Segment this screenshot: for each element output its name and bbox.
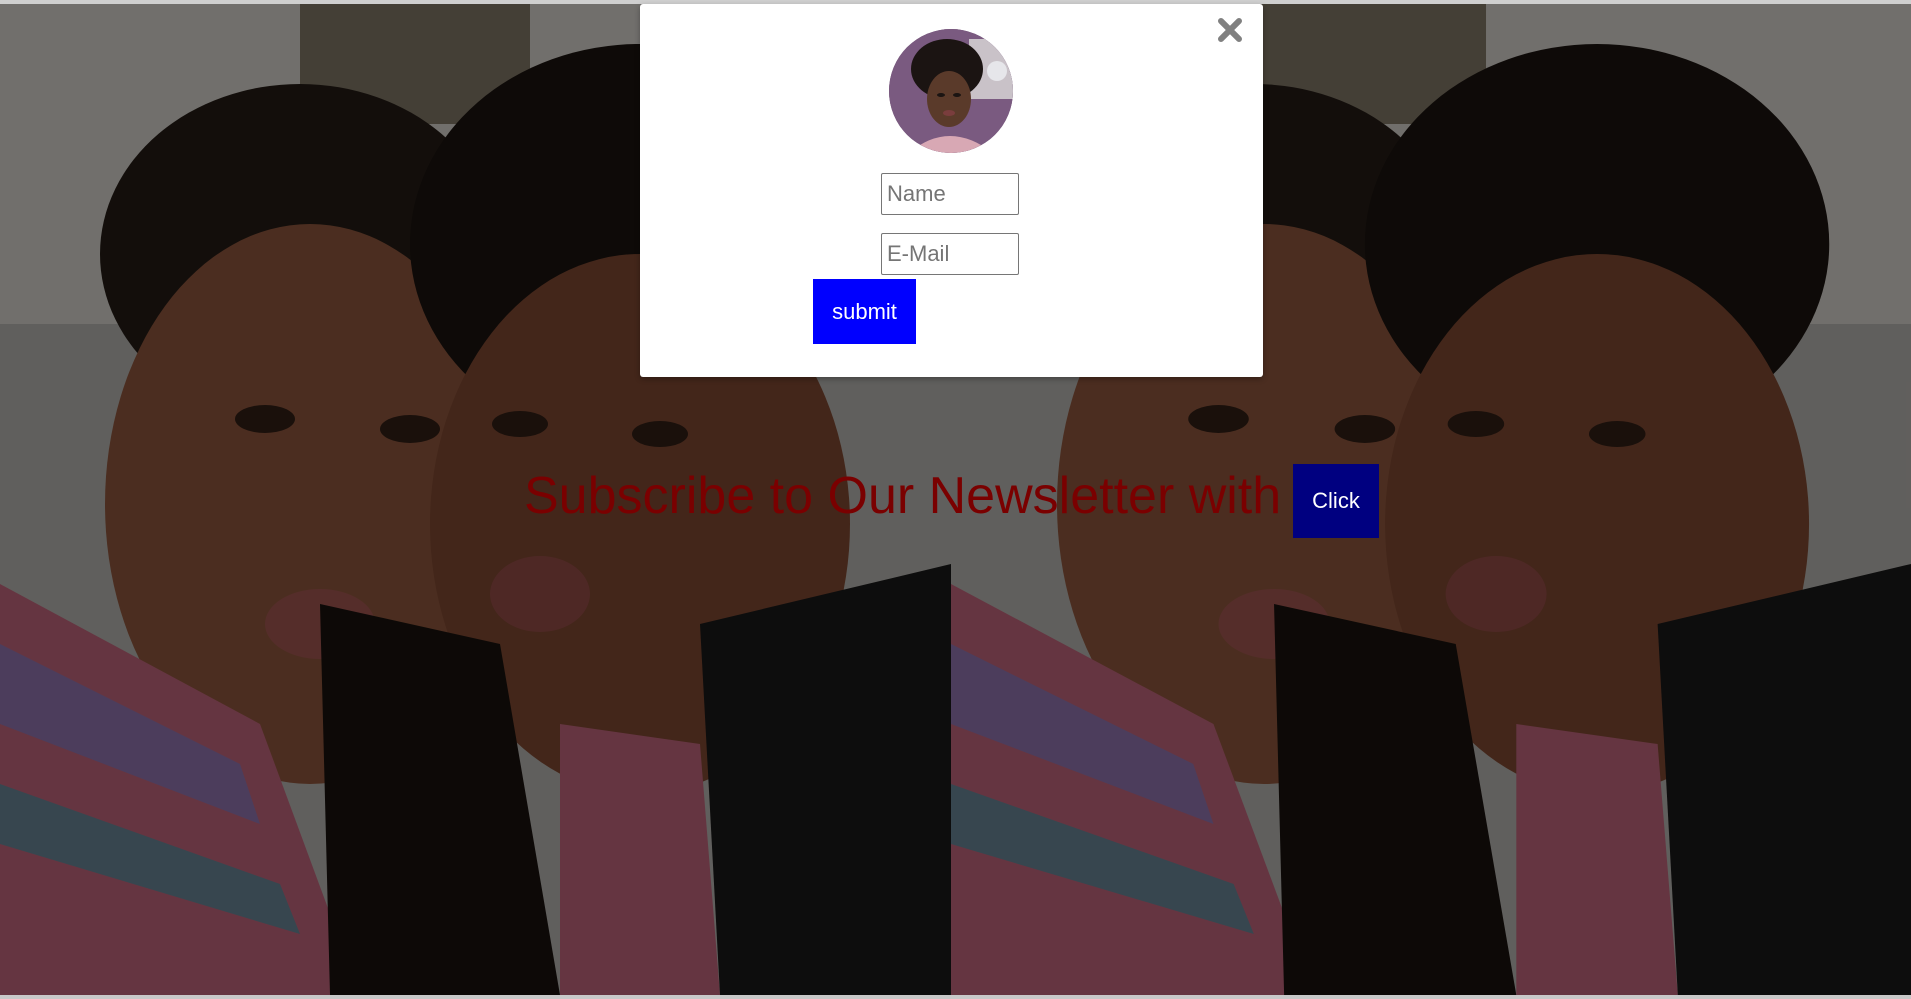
name-input[interactable] — [881, 173, 1019, 215]
open-popup-button[interactable]: Click — [1293, 464, 1379, 538]
close-icon[interactable] — [1214, 14, 1246, 46]
submit-button[interactable]: submit — [813, 279, 916, 344]
avatar — [889, 29, 1013, 153]
newsletter-modal: submit — [640, 4, 1263, 377]
email-input[interactable] — [881, 233, 1019, 275]
bottom-border — [0, 995, 1911, 999]
page-viewport: Subscribe to Our Newsletter with a Click — [0, 0, 1911, 999]
newsletter-headline: Subscribe to Our Newsletter with a — [524, 467, 1325, 525]
